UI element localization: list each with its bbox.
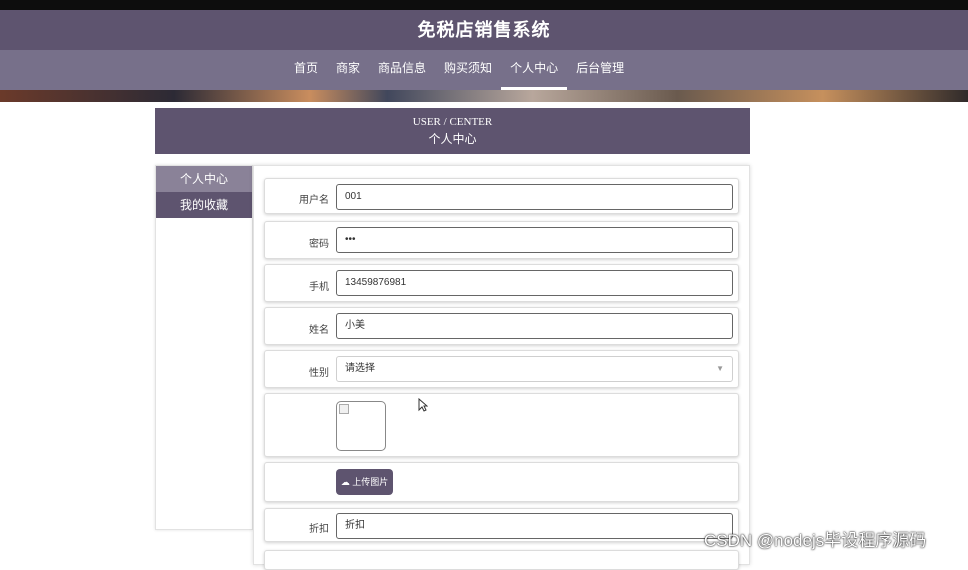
password-input[interactable]: ••• — [336, 227, 733, 253]
site-title: 免税店销售系统 — [0, 10, 968, 50]
nav-products[interactable]: 商品信息 — [369, 50, 435, 90]
password-label: 密码 — [309, 239, 329, 250]
phone-input[interactable]: 13459876981 — [336, 270, 733, 296]
chevron-down-icon: ▼ — [716, 364, 724, 373]
mouse-cursor-icon — [418, 398, 428, 412]
top-strip — [0, 0, 968, 10]
discount-label: 折扣 — [309, 524, 329, 535]
form-row-name: 姓名 小美 — [264, 307, 739, 345]
form-row-image — [264, 393, 739, 457]
upload-button-label: 上传图片 — [352, 477, 389, 487]
nav-purchase-notes[interactable]: 购买须知 — [435, 50, 501, 90]
form-row-next — [264, 550, 739, 570]
username-input[interactable]: 001 — [336, 184, 733, 210]
form-row-phone: 手机 13459876981 — [264, 264, 739, 302]
nav-merchants[interactable]: 商家 — [327, 50, 369, 90]
name-input[interactable]: 小美 — [336, 313, 733, 339]
nav-user-center[interactable]: 个人中心 — [501, 50, 568, 90]
nav-home[interactable]: 首页 — [285, 50, 327, 90]
page-header: USER / CENTER 个人中心 — [155, 108, 750, 154]
form-row-discount: 折扣 折扣 — [264, 508, 739, 542]
cloud-upload-icon: ☁ — [340, 477, 350, 487]
sidebar-item-user-center[interactable]: 个人中心 — [156, 166, 252, 192]
discount-input[interactable]: 折扣 — [336, 513, 733, 539]
phone-label: 手机 — [309, 282, 329, 293]
gender-select[interactable]: 请选择 ▼ — [336, 356, 733, 382]
nav-admin[interactable]: 后台管理 — [567, 50, 633, 90]
name-label: 姓名 — [309, 325, 329, 336]
main-nav: 首页 商家 商品信息 购买须知 个人中心 后台管理 — [0, 50, 968, 90]
sidebar: 个人中心 我的收藏 — [155, 165, 253, 530]
form-row-password: 密码 ••• — [264, 221, 739, 259]
profile-form: 用户名 001 密码 ••• 手机 13459876981 姓名 小美 性别 请… — [253, 165, 750, 570]
sidebar-item-favorites[interactable]: 我的收藏 — [156, 192, 252, 218]
avatar-image — [336, 401, 386, 451]
page-header-en: USER / CENTER — [412, 116, 493, 128]
gender-select-value: 请选择 — [345, 363, 375, 374]
gender-label: 性别 — [309, 368, 329, 379]
upload-image-button[interactable]: ☁ 上传图片 — [336, 469, 393, 495]
watermark: CSDN @nodejs毕设程序源码 — [704, 531, 927, 550]
form-row-upload: ☁ 上传图片 — [264, 462, 739, 502]
username-label: 用户名 — [299, 195, 329, 206]
broken-image-icon — [339, 404, 349, 414]
page-header-cn: 个人中心 — [428, 132, 477, 146]
form-row-gender: 性别 请选择 ▼ — [264, 350, 739, 388]
form-row-username: 用户名 001 — [264, 178, 739, 214]
banner-image — [0, 90, 968, 102]
